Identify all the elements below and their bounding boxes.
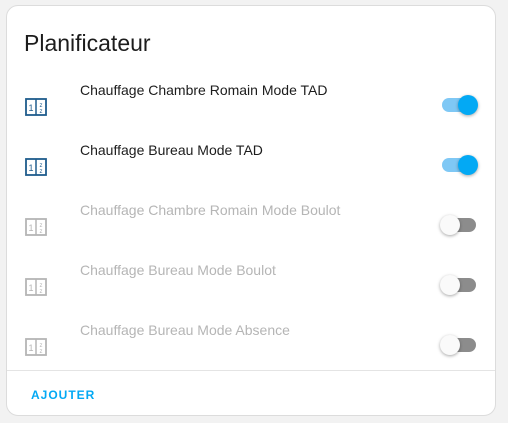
schedule-row[interactable]: 1 z z Chauffage Chambre Romain Mode TAD: [7, 81, 495, 141]
schedule-toggle[interactable]: [438, 93, 478, 115]
svg-text:1: 1: [28, 223, 33, 233]
schedule-row[interactable]: 1 z z Chauffage Chambre Romain Mode Boul…: [7, 201, 495, 261]
add-schedule-button[interactable]: AJOUTER: [21, 384, 105, 406]
toggle-thumb: [440, 215, 460, 235]
calendar-clock-icon: 1 z z: [25, 278, 47, 296]
schedule-label: Chauffage Chambre Romain Mode TAD: [80, 82, 328, 98]
calendar-clock-icon: 1 z z: [25, 158, 47, 176]
schedule-row[interactable]: 1 z z Chauffage Bureau Mode Absence: [7, 321, 495, 381]
calendar-clock-icon: 1 z z: [25, 338, 47, 356]
toggle-thumb: [458, 95, 478, 115]
svg-text:1: 1: [28, 283, 33, 293]
svg-text:1: 1: [28, 163, 33, 173]
svg-text:z: z: [40, 289, 43, 295]
calendar-clock-icon: 1 z z: [25, 98, 47, 116]
schedule-label: Chauffage Chambre Romain Mode Boulot: [80, 202, 341, 218]
schedule-row[interactable]: 1 z z Chauffage Bureau Mode Boulot: [7, 261, 495, 321]
svg-text:z: z: [40, 229, 43, 235]
svg-text:1: 1: [28, 343, 33, 353]
toggle-thumb: [440, 335, 460, 355]
toggle-thumb: [440, 275, 460, 295]
schedule-label: Chauffage Bureau Mode Absence: [80, 322, 290, 338]
schedule-label: Chauffage Bureau Mode TAD: [80, 142, 263, 158]
svg-text:z: z: [40, 169, 43, 175]
svg-text:z: z: [40, 109, 43, 115]
svg-text:z: z: [40, 349, 43, 355]
schedule-toggle[interactable]: [438, 153, 478, 175]
scheduler-card: Planificateur 1 z z Chauffage Chambre Ro…: [6, 5, 496, 416]
schedule-toggle[interactable]: [438, 273, 478, 295]
calendar-clock-icon: 1 z z: [25, 218, 47, 236]
schedule-row[interactable]: 1 z z Chauffage Bureau Mode TAD: [7, 141, 495, 201]
card-actions-divider: [7, 370, 495, 371]
schedule-toggle[interactable]: [438, 213, 478, 235]
card-title: Planificateur: [24, 30, 151, 56]
schedule-label: Chauffage Bureau Mode Boulot: [80, 262, 276, 278]
svg-text:1: 1: [28, 103, 33, 113]
schedule-toggle[interactable]: [438, 333, 478, 355]
toggle-thumb: [458, 155, 478, 175]
